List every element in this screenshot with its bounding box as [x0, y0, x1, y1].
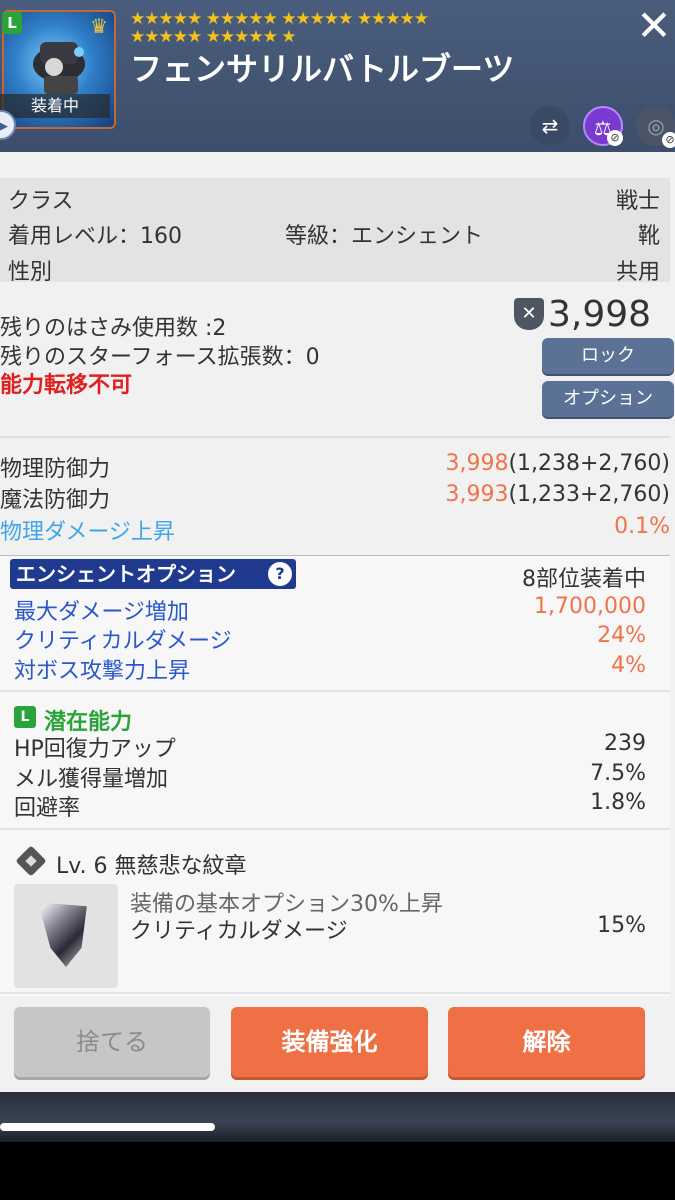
stat-value: 3,998(1,238+2,760) [360, 451, 670, 476]
bottom-bar [0, 1142, 675, 1200]
close-button[interactable]: ✕ [632, 4, 675, 48]
equipped-tag: 装着中 [0, 94, 110, 118]
ancient-option-value: 4% [611, 653, 646, 678]
class-value: 戦士 [615, 189, 660, 214]
potential-label: メル獲得量増加 [14, 767, 169, 792]
slot-value: 靴 [637, 224, 660, 249]
stat-total: 0.1% [614, 514, 670, 539]
stat-detail: (1,238+2,760) [508, 451, 670, 476]
scissors-remaining: 残りのはさみ使用数 :2 [0, 316, 227, 341]
disabled-icon: ⊘ [607, 130, 623, 146]
stat-total: 3,998 [445, 451, 509, 476]
enhance-button[interactable]: 装備強化 [231, 1007, 428, 1077]
level-label: 着用レベル：160 [8, 224, 182, 249]
divider [0, 828, 670, 830]
class-label: クラス [8, 189, 74, 214]
help-icon[interactable]: ? [268, 562, 292, 586]
stat-label: 魔法防御力 [0, 488, 111, 513]
gender-label: 性別 [8, 260, 53, 285]
ancient-option-title: エンシェントオプション [10, 559, 296, 589]
soul-icon[interactable]: ◎ ⊘ [636, 106, 675, 148]
transfer-status: 能力転移不可 [0, 373, 133, 398]
background-strip [0, 1092, 675, 1142]
potential-value: 239 [604, 731, 646, 756]
divider [0, 436, 670, 438]
stat-label: 物理防御力 [0, 457, 111, 482]
legendary-badge: L [14, 706, 36, 728]
divider [0, 690, 670, 692]
emblem-title: Lv. 6 無慈悲な紋章 [56, 854, 247, 879]
gender-value: 共用 [615, 260, 660, 285]
item-name: フェンサリルバトルブーツ [130, 50, 515, 88]
set-status: 8部位装着中 [522, 567, 646, 592]
scale-icon[interactable]: ⚖ ⊘ [583, 106, 623, 146]
potential-label: 回避率 [14, 796, 81, 821]
stat-detail: (1,233+2,760) [508, 482, 670, 507]
crown-icon: ♛ [90, 14, 108, 38]
potential-value: 1.8% [590, 790, 646, 815]
lock-button[interactable]: ロック [542, 338, 674, 374]
ancient-option-label: 最大ダメージ増加 [14, 600, 189, 625]
starforce-stars-row1: ★★★★★ ★★★★★ ★★★★★ ★★★★★ [130, 9, 429, 29]
combat-power-value: 3,998 [548, 294, 652, 335]
divider [0, 992, 670, 994]
potential-label: HP回復力アップ [14, 737, 176, 762]
legendary-badge: L [2, 12, 22, 34]
stat-value: 3,993(1,233+2,760) [360, 482, 670, 507]
disabled-icon: ⊘ [662, 132, 675, 148]
emblem-stat-label: クリティカルダメージ [130, 919, 348, 944]
unequip-button[interactable]: 解除 [448, 1007, 645, 1077]
ancient-option-label: クリティカルダメージ [14, 629, 232, 654]
emblem-stat-value: 15% [597, 913, 646, 938]
discard-button[interactable]: 捨てる [14, 1007, 210, 1077]
grade-label: 等級：エンシェント [285, 224, 484, 249]
stat-label: 物理ダメージ上昇 [0, 520, 175, 545]
ancient-option-value: 1,700,000 [534, 594, 646, 619]
stat-total: 3,993 [445, 482, 509, 507]
option-button[interactable]: オプション [542, 381, 674, 417]
ancient-option-label: 対ボス攻撃力上昇 [14, 659, 191, 684]
combat-power-icon: ✕ [514, 298, 544, 330]
home-indicator[interactable] [0, 1123, 215, 1131]
transfer-icon[interactable]: ⇄ [530, 106, 570, 146]
potential-value: 7.5% [590, 761, 646, 786]
ancient-option-value: 24% [597, 623, 646, 648]
